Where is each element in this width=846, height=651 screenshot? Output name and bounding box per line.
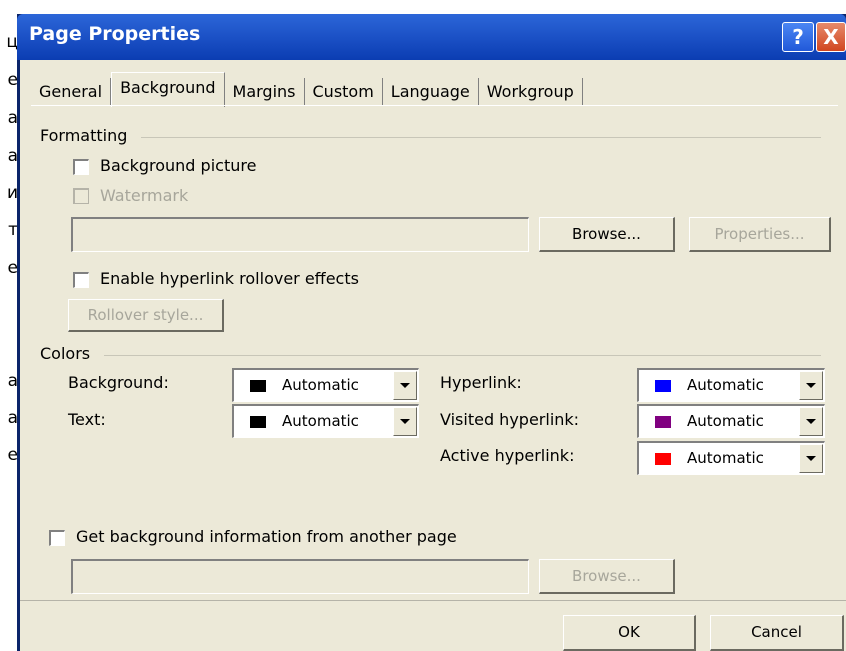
chevron-down-icon[interactable]	[393, 371, 417, 400]
background-from-page-label: Get background information from another …	[76, 527, 457, 546]
background-color-value: Automatic	[282, 376, 359, 394]
background-picture-checkbox[interactable]	[73, 159, 89, 175]
browse-button[interactable]: Browse...	[539, 217, 675, 252]
rollover-effects-checkbox[interactable]	[73, 272, 89, 288]
visited-hyperlink-color-label: Visited hyperlink:	[440, 410, 580, 429]
text-color-label: Text:	[68, 410, 106, 429]
tab-background[interactable]: Background	[111, 72, 225, 107]
help-button[interactable]: ?	[782, 22, 814, 52]
tab-workgroup[interactable]: Workgroup	[479, 78, 583, 106]
active-hyperlink-color-label: Active hyperlink:	[440, 446, 575, 465]
watermark-checkbox[interactable]	[73, 188, 89, 204]
visited-hyperlink-color-select[interactable]: Automatic	[637, 404, 825, 438]
text-color-swatch	[250, 416, 266, 428]
page-properties-dialog: Page Properties ? X General Background M…	[17, 14, 846, 651]
chevron-down-icon[interactable]	[799, 407, 823, 436]
chevron-down-icon[interactable]	[799, 444, 823, 473]
tab-general[interactable]: General	[31, 78, 112, 106]
text-color-value: Automatic	[282, 412, 359, 430]
colors-divider	[104, 355, 821, 356]
active-hyperlink-color-value: Automatic	[687, 449, 764, 467]
close-icon: X	[823, 25, 839, 49]
chevron-down-icon[interactable]	[393, 407, 417, 436]
visited-hyperlink-color-value: Automatic	[687, 412, 764, 430]
background-color-label: Background:	[68, 373, 169, 392]
hyperlink-color-value: Automatic	[687, 376, 764, 394]
background-color-swatch	[250, 380, 266, 392]
background-from-page-checkbox[interactable]	[49, 530, 65, 546]
formatting-group-label: Formatting	[40, 126, 128, 145]
browse-page-button[interactable]: Browse...	[539, 559, 675, 594]
tab-divider	[31, 105, 838, 106]
colors-group-label: Colors	[40, 344, 91, 363]
rollover-effects-label: Enable hyperlink rollover effects	[100, 269, 359, 288]
hyperlink-color-label: Hyperlink:	[440, 373, 522, 392]
visited-hyperlink-color-swatch	[655, 416, 671, 428]
title-bar[interactable]: Page Properties ? X	[17, 14, 846, 60]
chevron-down-icon[interactable]	[799, 371, 823, 400]
background-picture-path-input[interactable]	[71, 217, 529, 252]
tab-margins[interactable]: Margins	[225, 78, 305, 106]
help-icon: ?	[792, 25, 804, 49]
background-page-path-input[interactable]	[71, 559, 529, 594]
dialog-title: Page Properties	[29, 23, 201, 45]
properties-button[interactable]: Properties...	[689, 217, 831, 252]
cancel-button[interactable]: Cancel	[710, 615, 844, 651]
dialog-body: General Background Margins Custom Langua…	[20, 60, 846, 651]
tab-language[interactable]: Language	[383, 78, 479, 106]
tab-custom[interactable]: Custom	[305, 78, 383, 106]
close-button[interactable]: X	[816, 22, 846, 52]
hyperlink-color-select[interactable]: Automatic	[637, 368, 825, 402]
footer-divider	[20, 600, 846, 601]
background-color-select[interactable]: Automatic	[232, 368, 419, 402]
active-hyperlink-color-swatch	[655, 453, 671, 465]
tab-strip: General Background Margins Custom Langua…	[31, 72, 583, 107]
background-picture-label: Background picture	[100, 156, 257, 175]
text-color-select[interactable]: Automatic	[232, 404, 419, 438]
watermark-label: Watermark	[100, 186, 189, 205]
formatting-divider	[141, 137, 821, 138]
rollover-style-button[interactable]: Rollover style...	[68, 299, 224, 332]
active-hyperlink-color-select[interactable]: Automatic	[637, 441, 825, 475]
ok-button[interactable]: OK	[563, 615, 696, 651]
hyperlink-color-swatch	[655, 380, 671, 392]
